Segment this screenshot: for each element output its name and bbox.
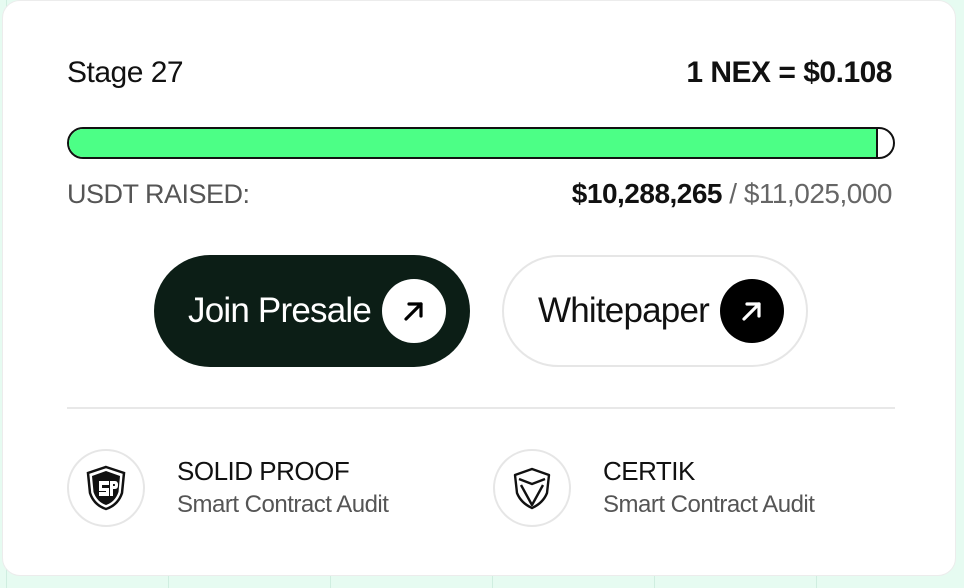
stage-label: Stage 27	[67, 56, 184, 89]
raise-progress-bar	[67, 127, 895, 159]
join-presale-button[interactable]: Join Presale	[154, 255, 470, 367]
raised-values: $10,288,265 / $11,025,000	[571, 178, 893, 210]
solidproof-shield-icon	[67, 449, 145, 527]
raised-amount: $10,288,265	[571, 178, 723, 209]
stage-row: Stage 27 1 NEX = $0.108	[67, 53, 892, 93]
token-price: 1 NEX = $0.108	[686, 56, 892, 89]
audit-name: CERTIK	[603, 456, 695, 486]
join-presale-label: Join Presale	[188, 291, 372, 330]
section-divider	[67, 407, 895, 409]
audit-certik: CERTIK Smart Contract Audit	[493, 449, 815, 527]
audit-subtitle: Smart Contract Audit	[603, 491, 815, 518]
arrow-up-right-icon	[720, 279, 784, 343]
raised-goal: $11,025,000	[743, 178, 893, 209]
raised-label: USDT RAISED:	[67, 178, 250, 209]
whitepaper-label: Whitepaper	[538, 291, 710, 330]
presale-card: Stage 27 1 NEX = $0.108 USDT RAISED: $10…	[2, 0, 956, 576]
certik-shield-icon	[493, 449, 571, 527]
raised-separator: /	[729, 178, 737, 209]
audit-solidproof: SOLID PROOF Smart Contract Audit	[67, 449, 389, 527]
audit-subtitle: Smart Contract Audit	[177, 491, 389, 518]
raised-row: USDT RAISED: $10,288,265 / $11,025,000	[67, 177, 893, 211]
raise-progress-fill	[69, 129, 878, 157]
audit-solidproof-text: SOLID PROOF Smart Contract Audit	[177, 454, 389, 522]
arrow-up-right-icon	[382, 279, 446, 343]
audit-name: SOLID PROOF	[177, 456, 350, 486]
audit-certik-text: CERTIK Smart Contract Audit	[603, 454, 815, 522]
whitepaper-button[interactable]: Whitepaper	[502, 255, 808, 367]
